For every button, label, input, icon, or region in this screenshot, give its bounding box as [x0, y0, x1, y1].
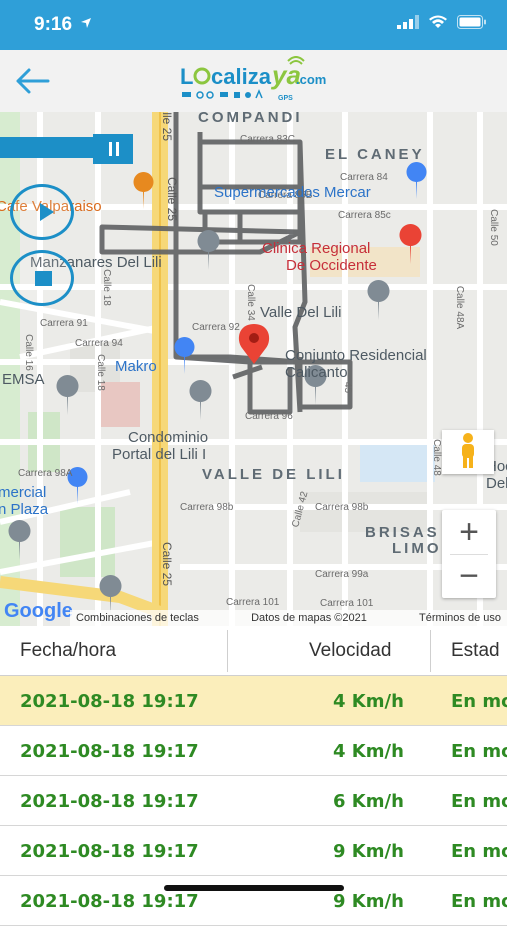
column-header-status[interactable]: Estad [451, 640, 500, 662]
map-label: Calle 18 [100, 269, 112, 306]
status-time: 9:16 [34, 14, 73, 35]
map-label: Calle 25 [160, 112, 175, 142]
cell-status: En mo [451, 841, 507, 862]
table-header: Fecha/hora Velocidad Estad [0, 626, 507, 676]
map-label: Carrera 101 [320, 598, 374, 609]
map-label: Condominio [128, 429, 209, 446]
app-header: L caliza ya .com GPS [0, 50, 507, 112]
map-label: Makro [115, 358, 157, 375]
svg-text:caliza: caliza [211, 64, 272, 89]
location-arrow-icon [80, 16, 92, 32]
svg-text:.com: .com [296, 72, 326, 87]
table-row[interactable]: 2021-08-18 19:17 4 Km/h En mo [0, 676, 507, 726]
cell-datetime: 2021-08-18 19:17 [20, 691, 199, 712]
column-header-speed[interactable]: Velocidad [309, 640, 391, 662]
stop-icon [35, 271, 52, 286]
cell-speed: 4 Km/h [333, 691, 404, 712]
cell-datetime: 2021-08-18 19:17 [20, 791, 199, 812]
map-label: Carrera 99a [315, 569, 369, 580]
map-label: Carrera 85c [338, 210, 391, 221]
map-label: Calicanto [285, 364, 348, 381]
app-logo: L caliza ya .com GPS [178, 56, 330, 106]
map-label: Calle 25 [160, 541, 175, 587]
table-row[interactable]: 2021-08-18 19:17 6 Km/h En mo [0, 776, 507, 826]
cell-speed: 9 Km/h [333, 891, 404, 912]
map-view[interactable]: COMPANDI EL CANEY Carrera 83C Carrera 84… [0, 112, 507, 626]
map-label: Conjunto Residencial [285, 347, 427, 364]
map-label: Calle 16 [22, 334, 34, 371]
cell-status: En mo [451, 791, 507, 812]
stop-button[interactable] [10, 250, 74, 306]
table-row[interactable]: 2021-08-18 19:17 9 Km/h En mo [0, 876, 507, 926]
svg-text:L: L [180, 64, 193, 89]
cell-speed: 9 Km/h [333, 841, 404, 862]
cellular-signal-icon [397, 15, 419, 29]
table-row[interactable]: 2021-08-18 19:17 4 Km/h En mo [0, 726, 507, 776]
battery-icon [457, 15, 486, 29]
map-label: Calle 25 [165, 176, 180, 222]
cell-datetime: 2021-08-18 19:17 [20, 841, 199, 862]
map-label: Carrera 83C [240, 134, 296, 145]
cell-datetime: 2021-08-18 19:17 [20, 741, 199, 762]
map-label: Carrera 91 [40, 318, 88, 329]
cell-status: En mo [451, 741, 507, 762]
keyboard-shortcuts-link[interactable]: Combinaciones de teclas [76, 612, 199, 626]
cell-speed: 4 Km/h [333, 741, 404, 762]
zoom-controls: + − [442, 510, 496, 598]
map-label: mercial [0, 484, 47, 501]
map-attribution: Combinaciones de teclas Datos de mapas ©… [70, 610, 507, 626]
map-label: Carrera 98b [180, 502, 234, 513]
column-header-datetime[interactable]: Fecha/hora [20, 640, 116, 662]
map-label: Carrera 96 [245, 411, 293, 422]
status-icons [397, 15, 487, 29]
map-label: Calle 18 [94, 354, 106, 391]
home-indicator [164, 885, 344, 891]
play-button[interactable] [10, 184, 74, 240]
status-bar: 9:16 [0, 0, 507, 50]
back-arrow-icon [16, 68, 50, 94]
map-label: VALLE DE LILI [202, 466, 345, 483]
map-label: Portal del Lili I [112, 446, 207, 463]
zoom-out-button[interactable]: − [442, 554, 496, 598]
map-label: Carrera 101 [226, 597, 280, 608]
map-label: Carrera 84 [340, 172, 388, 183]
map-label: n Plaza [0, 501, 49, 518]
pause-button[interactable] [0, 134, 133, 164]
map-label: Calle 48A [454, 285, 466, 330]
map-label: 45 [342, 381, 354, 394]
map-label: Del [486, 475, 507, 492]
map-label: Carrera 94 [75, 338, 123, 349]
map-label: EMSA [2, 371, 45, 388]
cell-datetime: 2021-08-18 19:17 [20, 891, 199, 912]
table-row[interactable]: 2021-08-18 19:17 9 Km/h En mo [0, 826, 507, 876]
column-divider [430, 630, 431, 672]
map-label: Calle 48 [430, 439, 442, 476]
cell-speed: 6 Km/h [333, 791, 404, 812]
map-data-label: Datos de mapas ©2021 [251, 612, 367, 624]
map-label: Calle 50 [487, 209, 499, 246]
map-label: COMPANDI [198, 112, 303, 126]
back-button[interactable] [12, 62, 52, 100]
street-view-button[interactable] [442, 430, 494, 474]
map-label: Calle 34 [244, 284, 256, 321]
svg-text:GPS: GPS [278, 95, 293, 102]
map-label: Valle Del Lili [260, 304, 342, 321]
wifi-icon [429, 15, 447, 28]
column-divider [227, 630, 228, 672]
map-label: EL CANEY [325, 146, 425, 163]
map-label: Supermercados Mercar [214, 184, 371, 201]
pegman-icon [462, 433, 474, 468]
google-logo: Google [4, 600, 73, 622]
terms-link[interactable]: Términos de uso [419, 612, 501, 626]
map-label: Clinica Regional [262, 240, 371, 257]
cell-status: En mo [451, 891, 507, 912]
zoom-in-button[interactable]: + [442, 510, 496, 554]
map-label: Carrera 98A [18, 468, 73, 479]
map-label: De Occidente [286, 257, 377, 274]
cell-status: En mo [451, 691, 507, 712]
map-label: BRISAS [365, 524, 440, 541]
map-label: Carrera 98b [315, 502, 369, 513]
map-label: Carrera 92 [192, 322, 240, 333]
play-icon [40, 203, 54, 221]
